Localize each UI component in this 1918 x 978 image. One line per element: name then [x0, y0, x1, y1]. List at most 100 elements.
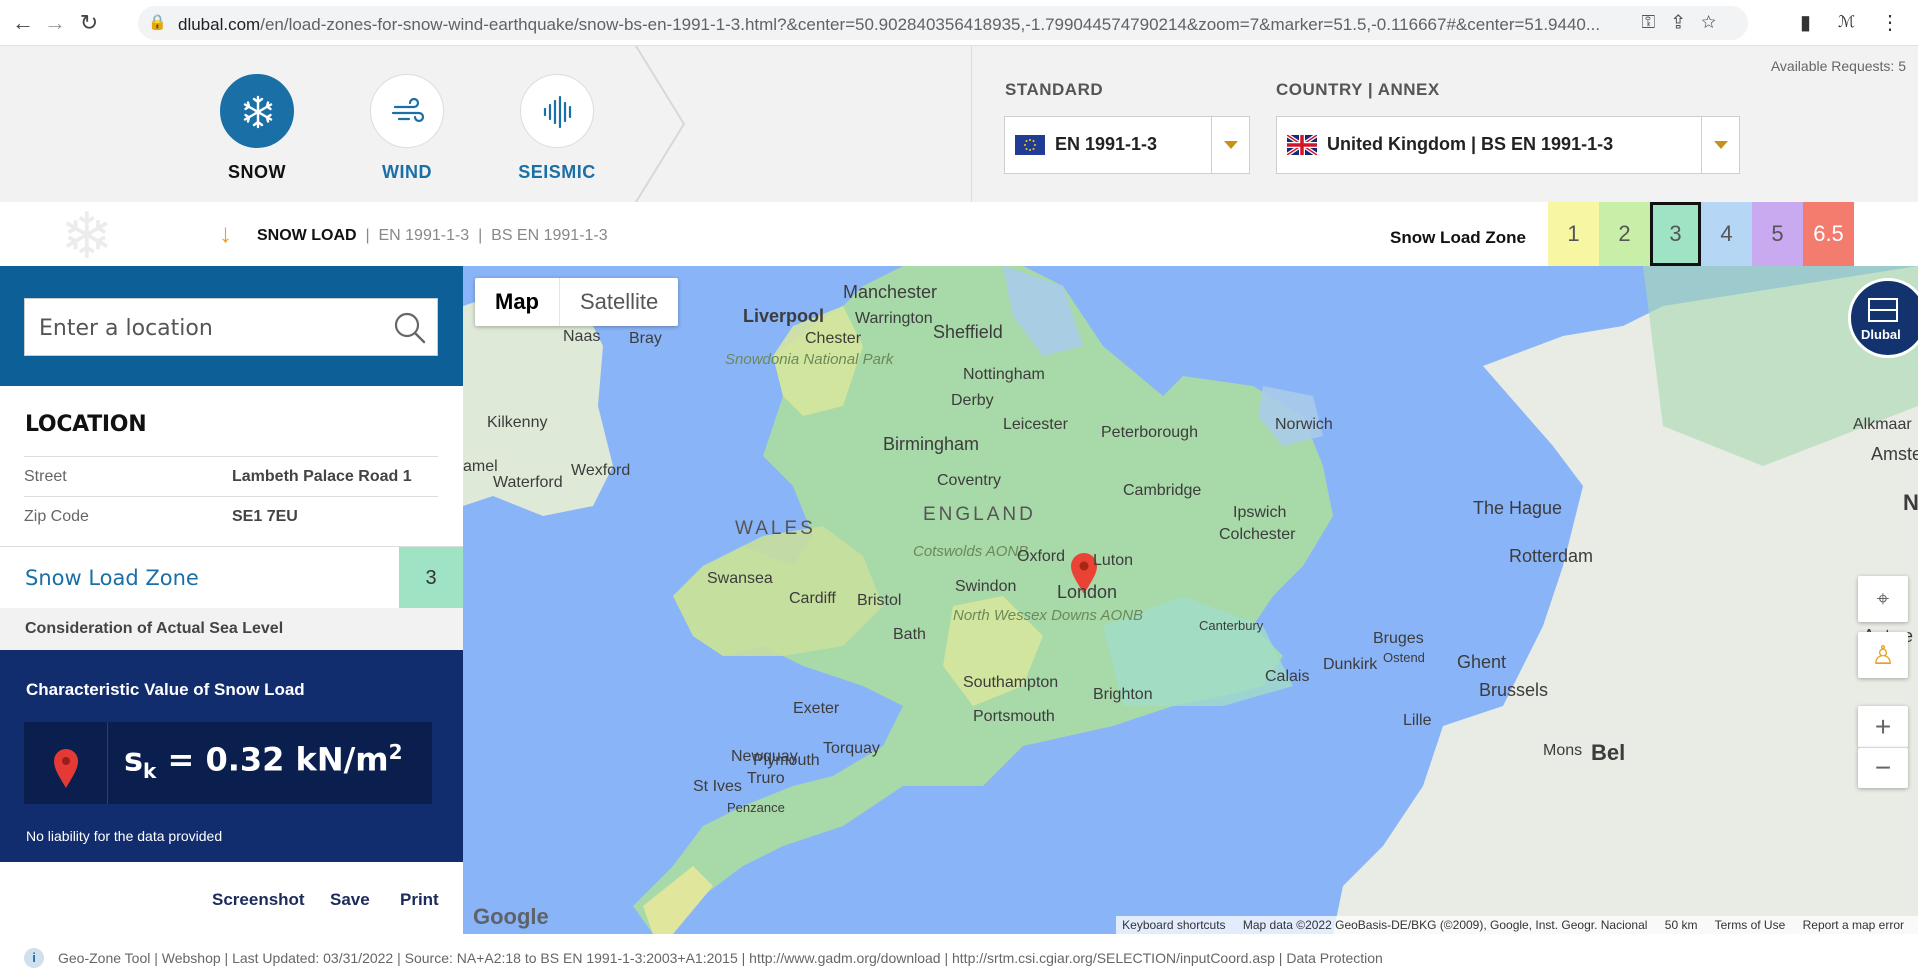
map-label: Cambridge: [1123, 482, 1201, 500]
url-text[interactable]: dlubal.com/en/load-zones-for-snow-wind-e…: [178, 15, 1628, 35]
chevron-divider: [632, 46, 692, 202]
search-icon[interactable]: [393, 311, 427, 345]
zone-legend-item[interactable]: 6.5: [1803, 202, 1854, 266]
map-label: Warrington: [855, 310, 933, 328]
snowflake-watermark-icon: ❄: [60, 206, 114, 266]
tab-snow-label[interactable]: SNOW: [197, 162, 317, 183]
sk-result: sk = 0.32 kN/m2: [24, 722, 432, 804]
tab-seismic[interactable]: [520, 74, 594, 148]
save-button[interactable]: Save: [330, 890, 370, 910]
lock-icon[interactable]: 🔒: [148, 13, 168, 33]
screenshot-button[interactable]: Screenshot: [212, 890, 305, 910]
map-label: Canterbury: [1199, 618, 1263, 633]
back-icon[interactable]: ←: [10, 10, 36, 36]
snow-load-zone-label: Snow Load Zone: [25, 566, 199, 590]
sidebar-toggle-icon[interactable]: ▮: [1800, 10, 1811, 35]
keyboard-shortcuts-link[interactable]: Keyboard shortcuts: [1122, 918, 1225, 932]
map-label: Luton: [1093, 552, 1133, 570]
tool-header: SNOW WIND SEISMIC: [0, 46, 1918, 202]
map-label: Colchester: [1219, 526, 1295, 544]
country-value: United Kingdom | BS EN 1991-1-3: [1327, 134, 1613, 155]
snow-load-zone-row: Snow Load Zone 3: [0, 546, 463, 608]
dlubal-logo[interactable]: Dlubal: [1848, 278, 1918, 358]
map-label: Portsmouth: [973, 708, 1055, 726]
wind-icon: [371, 75, 445, 149]
zone-legend-item[interactable]: 1: [1548, 202, 1599, 266]
tab-wind[interactable]: [370, 74, 444, 148]
scale-bar[interactable]: 50 km: [1665, 918, 1698, 932]
zone-legend-item[interactable]: 4: [1701, 202, 1752, 266]
search-box[interactable]: [24, 298, 438, 356]
country-dropdown-toggle[interactable]: [1701, 117, 1739, 173]
map-label: Nottingham: [963, 366, 1045, 384]
map-type-satellite[interactable]: Satellite: [560, 278, 678, 326]
address-bar[interactable]: 🔒 dlubal.com/en/load-zones-for-snow-wind…: [138, 6, 1748, 40]
map-label: WALES: [735, 518, 816, 540]
pegman-icon: ♙: [1871, 640, 1894, 670]
street-row: Street Lambeth Palace Road 1: [24, 456, 438, 496]
forward-icon[interactable]: →: [42, 10, 68, 36]
characteristic-title: Characteristic Value of Snow Load: [26, 680, 305, 700]
map-label: Manchester: [843, 282, 937, 303]
no-liability-note: No liability for the data provided: [26, 828, 222, 844]
sk-value: sk = 0.32 kN/m2: [124, 740, 403, 783]
map-label: Bray: [629, 330, 662, 348]
chevron-down-icon: [1714, 141, 1728, 149]
load-type-tabs: SNOW WIND SEISMIC: [0, 46, 972, 202]
standard-dropdown-toggle[interactable]: [1211, 117, 1249, 173]
info-icon[interactable]: i: [24, 948, 44, 968]
map-label: Swansea: [707, 570, 773, 588]
load-subbar: ❄ ↓ SNOW LOAD | EN 1991-1-3 | BS EN 1991…: [0, 202, 1918, 266]
my-location-button[interactable]: ⌖: [1858, 576, 1908, 622]
reload-icon[interactable]: ↻: [76, 10, 102, 36]
map-label: Lille: [1403, 712, 1431, 730]
street-view-button[interactable]: ♙: [1858, 632, 1908, 678]
map-view[interactable]: MapSatellite Dlubal Manchester Liverpool…: [463, 266, 1918, 934]
map-label: Bath: [893, 626, 926, 644]
breadcrumb: SNOW LOAD | EN 1991-1-3 | BS EN 1991-1-3: [257, 227, 608, 245]
map-label: North Wessex Downs AONB: [953, 608, 1049, 624]
map-label: Derby: [951, 392, 994, 410]
minus-icon: −: [1875, 752, 1891, 783]
arrow-down-icon: ↓: [219, 220, 232, 246]
map-label: Oxford: [1017, 548, 1065, 566]
map-label: Ghent: [1457, 652, 1506, 673]
footer-links[interactable]: Geo-Zone Tool | Webshop | Last Updated: …: [58, 950, 1383, 966]
map-label: Cardiff: [789, 590, 836, 608]
crosshair-icon: ⌖: [1877, 586, 1889, 611]
zone-legend-item[interactable]: 3: [1650, 202, 1701, 266]
zoom-out-button[interactable]: −: [1858, 748, 1908, 788]
map-label: Swindon: [955, 578, 1016, 596]
tab-wind-label[interactable]: WIND: [347, 162, 467, 183]
map-label: Bristol: [857, 592, 901, 610]
tab-seismic-label[interactable]: SEISMIC: [497, 162, 617, 183]
terms-link[interactable]: Terms of Use: [1715, 918, 1786, 932]
sea-level-row[interactable]: Consideration of Actual Sea Level: [0, 608, 463, 650]
map-label: Amsterd: [1871, 444, 1918, 465]
map-label: Plymouth: [753, 752, 820, 770]
map-label: Rotterdam: [1509, 546, 1593, 567]
zone-legend-item[interactable]: 5: [1752, 202, 1803, 266]
zone-legend-item[interactable]: 2: [1599, 202, 1650, 266]
print-button[interactable]: Print: [400, 890, 439, 910]
zoom-in-button[interactable]: +: [1858, 706, 1908, 748]
menu-icon[interactable]: ⋮: [1880, 10, 1900, 35]
search-area: [0, 266, 463, 386]
profile-icon[interactable]: ℳ: [1838, 12, 1855, 32]
map-label: amel: [463, 458, 498, 476]
url-action-icons[interactable]: ⚿⇪☆: [1641, 12, 1734, 33]
standard-value: EN 1991-1-3: [1055, 134, 1157, 155]
map-label: Wexford: [571, 462, 630, 480]
location-panel: LOCATION Street Lambeth Palace Road 1 Zi…: [0, 266, 463, 926]
search-input[interactable]: [39, 313, 379, 343]
location-title: LOCATION: [25, 412, 146, 437]
tab-snow[interactable]: [220, 74, 294, 148]
uk-flag-icon: [1287, 135, 1317, 155]
standard-select[interactable]: EN 1991-1-3: [1004, 116, 1250, 174]
map-type-map[interactable]: Map: [475, 278, 560, 326]
country-select[interactable]: United Kingdom | BS EN 1991-1-3: [1276, 116, 1740, 174]
panel-pointer: [217, 266, 241, 278]
plus-icon: +: [1875, 711, 1891, 742]
standard-title: STANDARD: [1005, 80, 1103, 100]
report-error-link[interactable]: Report a map error: [1803, 918, 1904, 932]
